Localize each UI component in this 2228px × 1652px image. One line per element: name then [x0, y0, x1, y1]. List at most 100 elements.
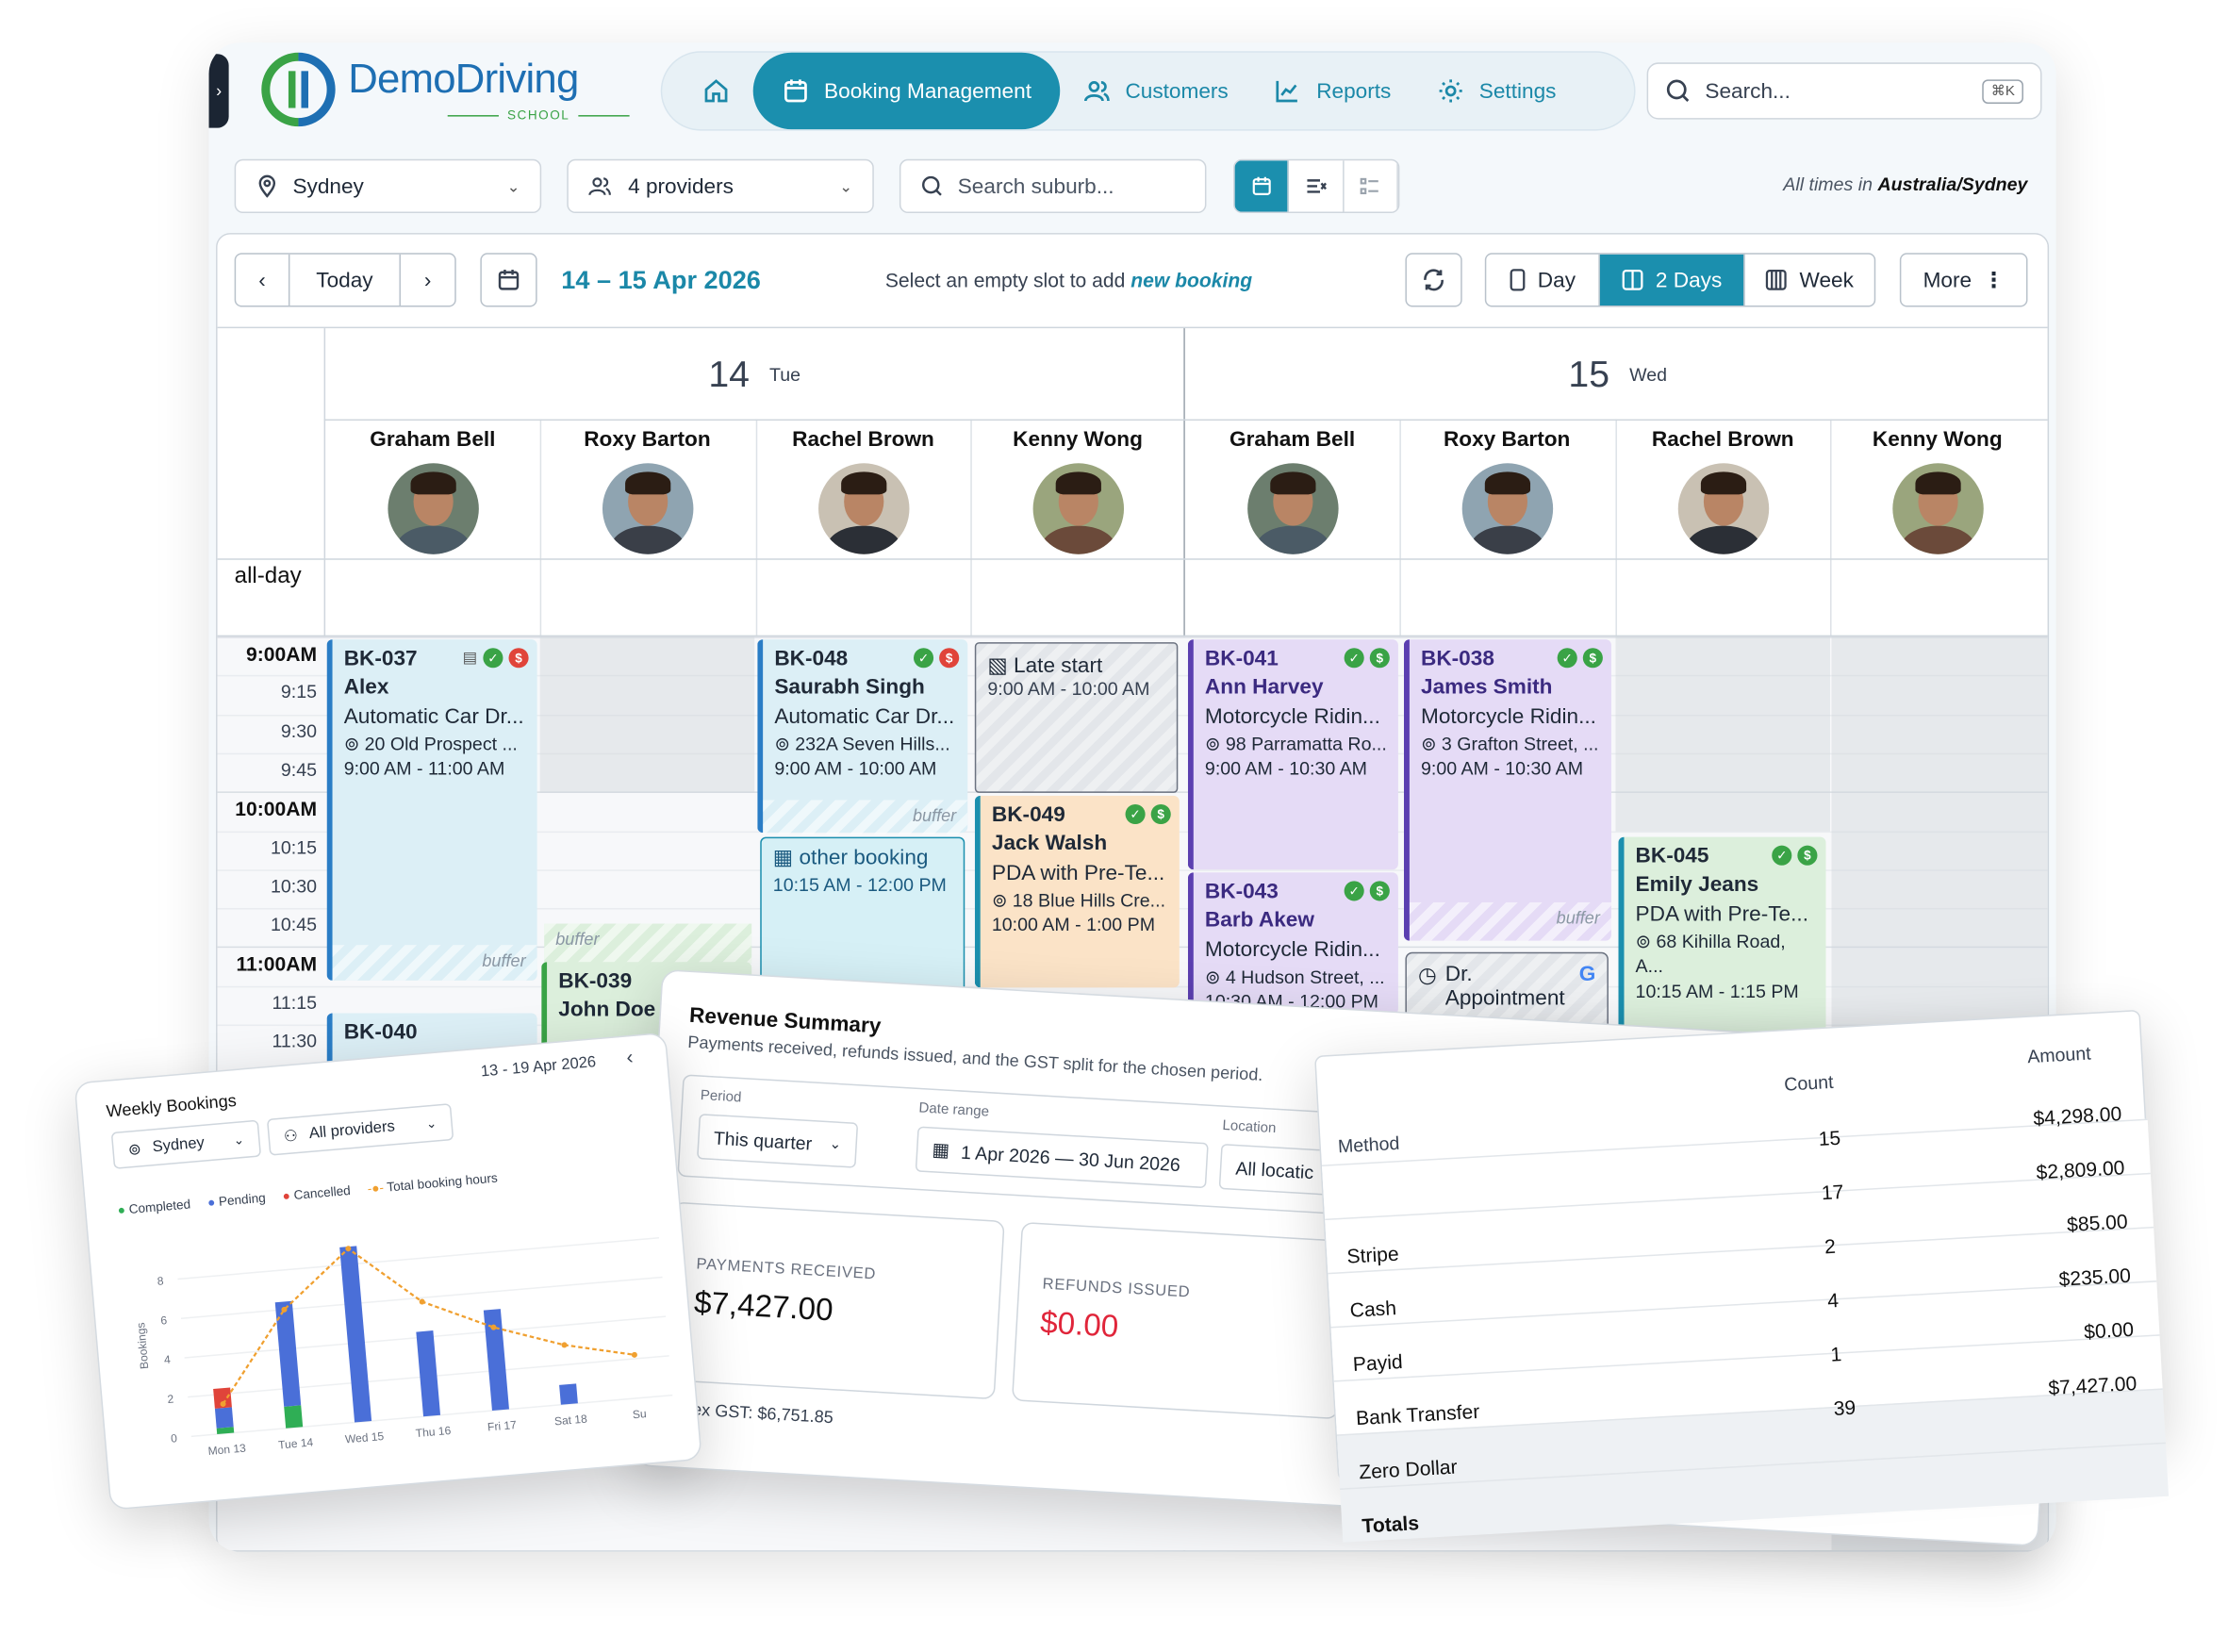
check-icon: ✓	[1557, 648, 1577, 669]
time-label: 9:15	[280, 681, 318, 702]
check-icon: ✓	[1344, 648, 1364, 669]
x-tick-label: Tue 14	[278, 1435, 314, 1451]
more-button[interactable]: More ⋮	[1899, 253, 2028, 307]
suburb-search[interactable]: Search suburb...	[899, 158, 1207, 214]
providers-select[interactable]: 4 providers ⌄	[567, 158, 874, 214]
dollar-icon: $	[1369, 881, 1390, 901]
weekly-bookings-chart: 0 2 4 6 8 Bookings Mon 13 Tue 14 Wed 15 Thu 16 Fri…	[134, 1237, 673, 1458]
booking-bk049[interactable]: BK-049 ✓ $ Jack Walsh PDA with Pre-Te... …	[974, 795, 1180, 988]
day-header-14[interactable]: 14 Tue	[325, 328, 1183, 419]
today-button[interactable]: Today	[289, 254, 401, 306]
map-pin-icon: ⊚	[991, 889, 1008, 911]
checklist-icon	[1361, 177, 1379, 195]
nav-home[interactable]	[679, 53, 752, 129]
calendar-icon: ▦	[772, 845, 794, 870]
nav-customers[interactable]: Customers	[1060, 53, 1251, 129]
provider-header[interactable]: Rachel Brown	[756, 420, 971, 559]
search-icon	[1666, 79, 1690, 102]
chevron-left-icon[interactable]: ‹	[625, 1045, 634, 1068]
provider-header[interactable]: Kenny Wong	[970, 420, 1185, 559]
avatar	[1891, 463, 1984, 554]
method-amount: $2,809.00	[2035, 1155, 2126, 1183]
time-label: 9:00AM	[246, 642, 318, 666]
logo-subtitle: SCHOOL	[439, 108, 638, 123]
list-view-button[interactable]	[1289, 160, 1345, 212]
x-tick-label: Mon 13	[207, 1442, 247, 1458]
nav-booking-management[interactable]: Booking Management	[752, 52, 1061, 130]
calendar-icon	[498, 270, 520, 290]
blocked-late-start[interactable]: ▧ Late start 9:00 AM - 10:00 AM	[974, 642, 1179, 793]
method-amount: $4,298.00	[2032, 1101, 2122, 1130]
method-count: 2	[1824, 1234, 1837, 1258]
global-search[interactable]: Search... ⌘K	[1646, 62, 2042, 120]
provider-name: Rachel Brown	[1651, 427, 1794, 453]
nav-reports[interactable]: Reports	[1251, 53, 1414, 129]
date-nav: ‹ Today ›	[234, 253, 456, 307]
date-range-picker[interactable]: ▦ 1 Apr 2026 — 30 Jun 2026	[915, 1126, 1209, 1189]
map-pin-icon	[258, 174, 276, 198]
revenue-filters: Period This quarter ⌄ Date range ▦ 1 Apr 2…	[677, 1074, 1393, 1217]
day-header-15[interactable]: 15 Wed	[1185, 328, 2048, 419]
phone-icon	[1510, 269, 1526, 291]
avatar	[387, 463, 479, 554]
checklist-view-button[interactable]	[1344, 160, 1398, 212]
users-icon	[1083, 81, 1110, 102]
prev-button[interactable]: ‹	[236, 254, 290, 306]
day-view-button[interactable]: Day	[1486, 254, 1600, 306]
provider-header[interactable]: Kenny Wong	[1830, 420, 2045, 559]
calendar-view-button[interactable]	[1234, 160, 1290, 212]
week-view-button[interactable]: Week	[1745, 255, 1874, 306]
kebab-icon: ⋮	[1983, 268, 2005, 293]
weekly-location-select[interactable]: ⊚ Sydney ⌄	[110, 1119, 262, 1169]
users-icon	[588, 177, 611, 196]
avatar	[1461, 463, 1553, 554]
provider-name: Graham Bell	[1230, 427, 1356, 453]
y-tick-label: 4	[163, 1353, 171, 1367]
booking-bk043[interactable]: BK-043 ✓ $ Barb Akew Motorcycle Ridin... …	[1187, 872, 1398, 1015]
two-days-view-button[interactable]: 2 Days	[1599, 254, 1745, 306]
booking-bk045[interactable]: BK-045 ✓ $ Emily Jeans PDA with Pre-Te...…	[1618, 836, 1826, 1050]
calendar-icon: ▦	[931, 1138, 950, 1161]
calendar-off-icon: ▧	[987, 653, 1008, 678]
dollar-icon: $	[508, 648, 529, 669]
chevron-down-icon: ⌄	[425, 1115, 437, 1131]
provider-header[interactable]: Graham Bell	[1185, 420, 1400, 559]
check-icon: ✓	[1772, 845, 1792, 866]
refresh-button[interactable]	[1405, 253, 1462, 307]
calendar-toolbar: ‹ Today › 14 – 15 Apr 2026 Select an emp…	[217, 234, 2048, 329]
chevron-down-icon: ⌄	[232, 1132, 245, 1148]
next-button[interactable]: ›	[401, 255, 454, 306]
dollar-icon: $	[1150, 803, 1171, 825]
map-pin-icon: ⊚	[127, 1140, 142, 1159]
provider-header[interactable]: Roxy Barton	[540, 420, 755, 559]
search-icon	[922, 175, 942, 196]
x-tick-label: Sat 18	[553, 1412, 587, 1429]
booking-bk038[interactable]: BK-038 ✓ $ James Smith Motorcycle Ridin..…	[1403, 639, 1611, 941]
dollar-icon: $	[1582, 648, 1603, 669]
time-label: 11:15	[272, 991, 318, 1014]
date-picker-button[interactable]	[480, 253, 537, 307]
provider-header[interactable]: Rachel Brown	[1615, 420, 1830, 559]
booking-bk037[interactable]: BK-037 ▤ ✓ $ Alex Automatic Car Dr... ⊚ 20…	[326, 639, 537, 981]
other-booking[interactable]: ▦ other booking 10:15 AM - 12:00 PM	[760, 836, 965, 994]
provider-name: Graham Bell	[370, 427, 496, 453]
hours-point	[419, 1298, 425, 1305]
main-nav: Booking Management Customers Reports Set…	[660, 51, 1636, 131]
search-input[interactable]: Search...	[1705, 79, 1790, 104]
suburb-input[interactable]: Search suburb...	[958, 174, 1114, 199]
period-select[interactable]: This quarter ⌄	[696, 1114, 859, 1168]
check-icon: ✓	[914, 648, 934, 669]
sidebar-toggle[interactable]: ›	[208, 54, 229, 128]
provider-name: Kenny Wong	[1872, 427, 2003, 453]
map-pin-icon: ⊚	[1204, 733, 1221, 754]
weekly-providers-select[interactable]: ⚇ All providers ⌄	[266, 1103, 454, 1156]
provider-header[interactable]: Roxy Barton	[1399, 420, 1614, 559]
provider-header[interactable]: Graham Bell	[325, 420, 540, 559]
time-label: 10:15	[271, 835, 318, 858]
booking-bk041[interactable]: BK-041 ✓ $ Ann Harvey Motorcycle Ridin...…	[1187, 639, 1398, 870]
nav-settings[interactable]: Settings	[1413, 53, 1578, 129]
method-name: Totals	[1361, 1511, 1420, 1538]
method-name: Payid	[1352, 1349, 1404, 1376]
timezone-note: All times in Australia/Sydney	[1783, 173, 2028, 195]
location-select[interactable]: Sydney ⌄	[234, 158, 542, 214]
